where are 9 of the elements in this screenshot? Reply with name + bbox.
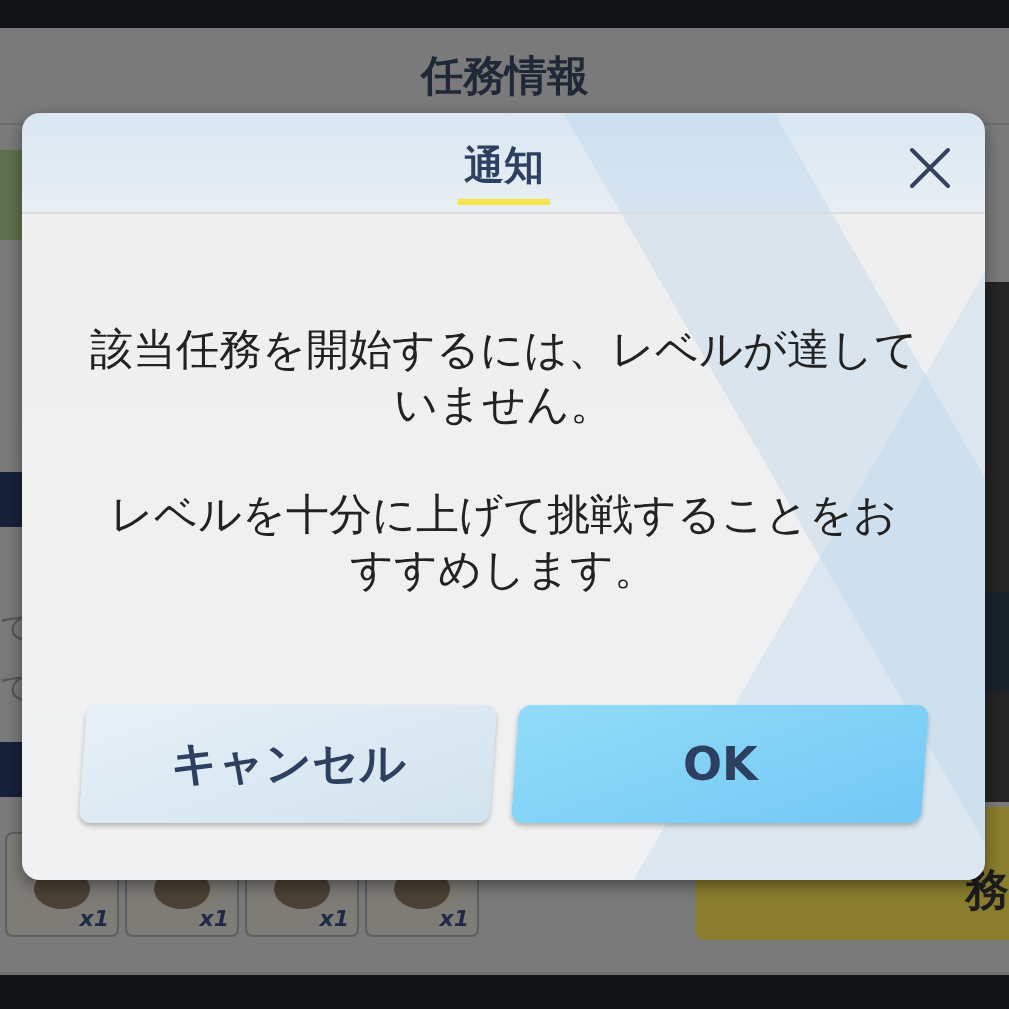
start-mission-button[interactable]: 務 bbox=[695, 807, 1009, 940]
dialog-title: 通知 bbox=[457, 138, 550, 205]
screen-title: 任務情報 bbox=[420, 49, 589, 102]
close-icon[interactable] bbox=[908, 146, 952, 190]
reward-item[interactable]: x1 bbox=[5, 832, 119, 937]
cancel-button[interactable]: キャンセル bbox=[78, 705, 497, 823]
message-text: レベルを十分に上げて挑戦することをおすすめします。 bbox=[109, 488, 898, 596]
ok-button[interactable]: OK bbox=[510, 705, 929, 823]
message-text: 該当任務を開始するには、レベルが達していません。 bbox=[88, 323, 919, 431]
